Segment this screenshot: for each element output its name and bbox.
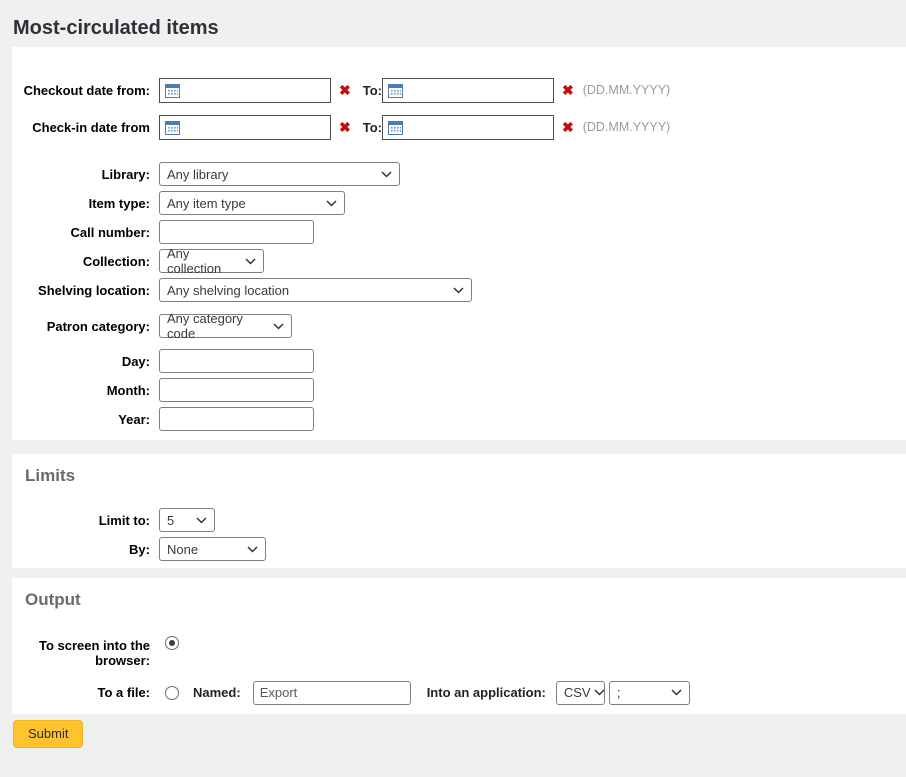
- year-label: Year:: [12, 407, 150, 427]
- application-select[interactable]: CSV: [556, 681, 605, 705]
- month-label: Month:: [12, 378, 150, 398]
- call-number-row: Call number:: [12, 220, 906, 244]
- filters-panel: Checkout date from: ✖ To: ✖ (DD.MM.YYYY)…: [12, 47, 906, 440]
- checkin-date-to-input[interactable]: [382, 115, 554, 140]
- application-label: Into an application:: [427, 680, 546, 705]
- output-screen-label: To screen into the browser:: [12, 633, 150, 668]
- chevron-down-icon: [671, 689, 682, 696]
- month-row: Month:: [12, 378, 906, 402]
- library-label: Library:: [12, 162, 150, 182]
- chevron-down-icon: [453, 287, 464, 294]
- item-type-label: Item type:: [12, 191, 150, 211]
- clear-date-icon[interactable]: ✖: [339, 115, 351, 140]
- chevron-down-icon: [381, 171, 392, 178]
- chevron-down-icon: [196, 517, 207, 524]
- chevron-down-icon: [594, 689, 605, 696]
- limits-heading: Limits: [12, 466, 906, 486]
- output-screen-row: To screen into the browser:: [12, 633, 906, 668]
- calendar-icon[interactable]: [388, 84, 403, 98]
- clear-date-icon[interactable]: ✖: [562, 115, 574, 140]
- shelving-location-select[interactable]: Any shelving location: [159, 278, 472, 302]
- checkin-date-row: Check-in date from ✖ To: ✖ (DD.MM.YYYY): [12, 115, 906, 140]
- limit-by-row: By: None: [12, 537, 906, 561]
- output-file-radio[interactable]: [165, 686, 179, 700]
- year-input[interactable]: [159, 407, 314, 431]
- calendar-icon[interactable]: [165, 121, 180, 135]
- collection-row: Collection: Any collection: [12, 249, 906, 273]
- chevron-down-icon: [245, 258, 256, 265]
- shelving-location-row: Shelving location: Any shelving location: [12, 278, 906, 302]
- named-label: Named:: [193, 680, 241, 705]
- day-label: Day:: [12, 349, 150, 369]
- limit-to-select[interactable]: 5: [159, 508, 215, 532]
- call-number-input[interactable]: [159, 220, 314, 244]
- checkout-date-to-input[interactable]: [382, 78, 554, 103]
- date-format-hint: (DD.MM.YYYY): [583, 78, 671, 103]
- checkout-date-label: Checkout date from:: [12, 78, 150, 98]
- library-row: Library: Any library: [12, 162, 906, 186]
- patron-category-row: Patron category: Any category code: [12, 314, 906, 338]
- checkin-date-from-input[interactable]: [159, 115, 331, 140]
- limit-by-select[interactable]: None: [159, 537, 266, 561]
- output-file-label: To a file:: [12, 685, 150, 700]
- calendar-icon[interactable]: [388, 121, 403, 135]
- month-input[interactable]: [159, 378, 314, 402]
- limit-to-row: Limit to: 5: [12, 508, 906, 532]
- library-select[interactable]: Any library: [159, 162, 400, 186]
- checkin-to-label: To:: [363, 115, 382, 140]
- item-type-row: Item type: Any item type: [12, 191, 906, 215]
- calendar-icon[interactable]: [165, 84, 180, 98]
- output-screen-radio[interactable]: [165, 636, 179, 650]
- clear-date-icon[interactable]: ✖: [562, 78, 574, 103]
- patron-category-label: Patron category:: [12, 314, 150, 334]
- delimiter-select[interactable]: ;: [609, 681, 690, 705]
- shelving-location-label: Shelving location:: [12, 278, 150, 298]
- collection-select[interactable]: Any collection: [159, 249, 264, 273]
- day-row: Day:: [12, 349, 906, 373]
- output-heading: Output: [12, 590, 906, 610]
- day-input[interactable]: [159, 349, 314, 373]
- checkout-date-row: Checkout date from: ✖ To: ✖ (DD.MM.YYYY): [12, 78, 906, 103]
- output-file-row: To a file: Named: Into an application: C…: [12, 680, 906, 705]
- item-type-select[interactable]: Any item type: [159, 191, 345, 215]
- file-name-input[interactable]: [253, 681, 411, 705]
- patron-category-select[interactable]: Any category code: [159, 314, 292, 338]
- chevron-down-icon: [326, 200, 337, 207]
- chevron-down-icon: [273, 323, 284, 330]
- limit-by-label: By:: [12, 537, 150, 557]
- call-number-label: Call number:: [12, 220, 150, 240]
- chevron-down-icon: [247, 546, 258, 553]
- year-row: Year:: [12, 407, 906, 431]
- collection-label: Collection:: [12, 249, 150, 269]
- limit-to-label: Limit to:: [12, 508, 150, 528]
- checkout-date-from-input[interactable]: [159, 78, 331, 103]
- checkout-to-label: To:: [363, 78, 382, 103]
- page-title: Most-circulated items: [0, 0, 906, 47]
- submit-button[interactable]: Submit: [13, 720, 83, 748]
- limits-panel: Limits Limit to: 5 By: None: [12, 454, 906, 568]
- date-format-hint: (DD.MM.YYYY): [583, 115, 671, 140]
- checkin-date-label: Check-in date from: [12, 115, 150, 135]
- clear-date-icon[interactable]: ✖: [339, 78, 351, 103]
- output-panel: Output To screen into the browser: To a …: [12, 578, 906, 714]
